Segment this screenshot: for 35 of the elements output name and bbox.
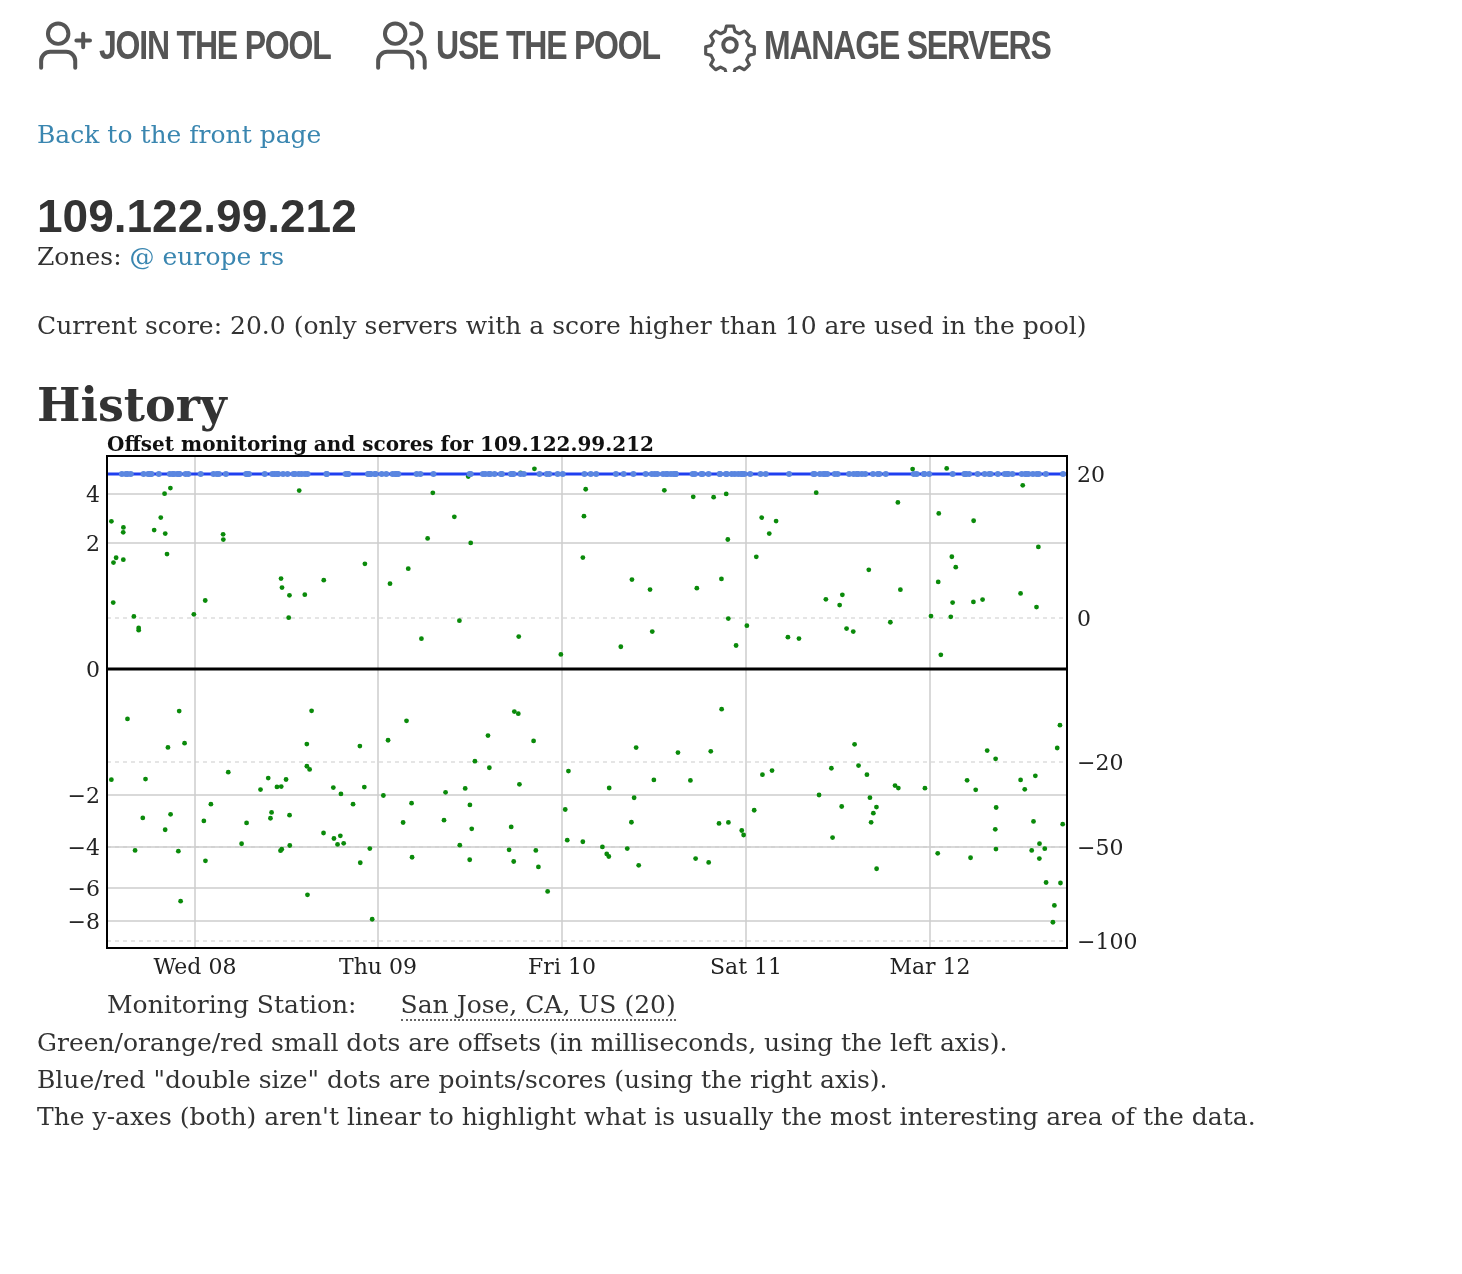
axis-tick-label: −8	[67, 909, 100, 935]
history-heading: History	[37, 379, 229, 431]
station-label: Monitoring Station:	[107, 990, 357, 1022]
axis-tick-label: Fri 10	[528, 954, 596, 977]
axis-tick-label: −4	[67, 835, 100, 861]
legend-note: Blue/red "double size" dots are points/scores (using the right axis).	[37, 1065, 889, 1095]
axis-tick-label: Mar 12	[889, 954, 971, 977]
axis-tick-label: −6	[67, 876, 100, 902]
station-name: San Jose, CA, US (20)	[400, 990, 676, 1022]
axis-tick-label: 2	[86, 531, 100, 557]
nav-link[interactable]: USE THE POOL	[374, 20, 667, 70]
user-plus-icon	[37, 20, 93, 70]
zones-label: Zones:	[37, 241, 122, 271]
axis-tick-label: 20	[1077, 462, 1105, 488]
chart-title: Offset monitoring and scores for 109.122.99.212	[107, 432, 655, 457]
legend-note: The y-axes (both) aren't linear to highlight what is usually the most interesting area of the data.	[37, 1102, 1257, 1132]
zone-link[interactable]: rs	[259, 241, 285, 271]
score-text: Current score: 20.0 (only servers with a score higher than 10 are used in the pool)	[37, 310, 1088, 340]
server-title: 109.122.99.212	[37, 191, 358, 242]
zone-link[interactable]: europe	[162, 241, 252, 271]
axis-tick-label: 4	[86, 482, 100, 508]
axis-tick-label: −20	[1077, 750, 1124, 776]
zone-link[interactable]: @	[129, 241, 155, 271]
nav-link[interactable]: MANAGE SERVERS	[702, 18, 1073, 72]
axis-tick-label: −100	[1077, 929, 1138, 955]
axis-tick-label: −2	[67, 783, 100, 809]
axis-tick-label: 0	[86, 657, 100, 683]
axis-tick-label: Sat 11	[710, 954, 782, 977]
axis-tick-label: 0	[1077, 606, 1091, 632]
axis-tick-label: Thu 09	[339, 954, 417, 977]
nav-link[interactable]: JOIN THE POOL	[37, 20, 339, 70]
back-link[interactable]: Back to the front page	[37, 120, 322, 149]
axis-tick-label: Wed 08	[153, 954, 237, 977]
axis-tick-label: −50	[1077, 835, 1124, 861]
legend-note: Green/orange/red small dots are offsets (in milliseconds, using the left axis).	[37, 1029, 1009, 1058]
